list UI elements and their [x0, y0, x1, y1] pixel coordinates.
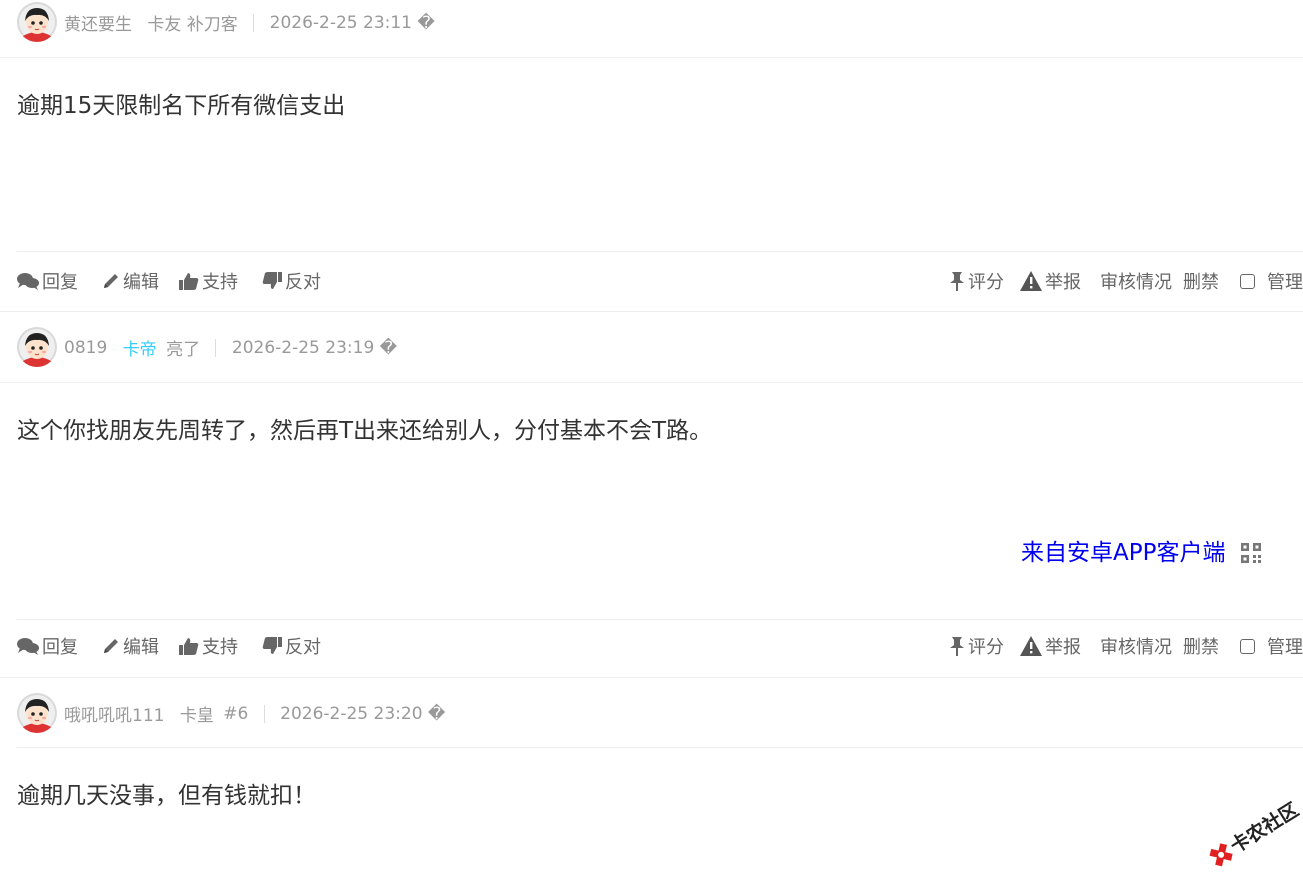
edit-button[interactable]: 编辑	[102, 268, 159, 294]
post-content: 逾期15天限制名下所有微信支出	[17, 93, 346, 119]
watermark-logo: 卡农社区	[1198, 795, 1303, 870]
floor-number[interactable]: #6	[223, 704, 248, 724]
username[interactable]: 黄还要生	[64, 10, 132, 35]
username[interactable]: 哦吼吼吼111	[64, 701, 164, 726]
divider	[263, 704, 265, 723]
ban-link[interactable]: 删禁	[1183, 633, 1219, 659]
ban-label: 删禁	[1183, 637, 1219, 658]
post-header: 0819 卡帝 亮了 2026-2-25 23:19 �	[0, 325, 1303, 367]
manage-label: 管理	[1267, 637, 1303, 658]
thumbs-up-icon	[179, 637, 199, 655]
warning-icon	[1020, 636, 1042, 656]
user-group: 卡友 补刀客	[147, 15, 238, 35]
timestamp: 2026-2-25 23:11 �	[269, 12, 435, 33]
user-group: 卡皇	[179, 706, 214, 726]
oppose-button[interactable]: 反对	[262, 633, 321, 659]
timestamp: 2026-2-25 23:20 �	[280, 703, 446, 724]
rate-label: 评分	[968, 637, 1004, 658]
post-meta: 0819 卡帝 亮了 2026-2-25 23:19 �	[64, 335, 398, 361]
pencil-icon	[102, 272, 120, 290]
rate-button[interactable]: 评分	[949, 268, 1004, 294]
post-meta: 黄还要生 卡友 补刀客 2026-2-25 23:11 �	[64, 10, 435, 36]
post-actions: 回复 编辑 支持 反对 评分 举报 审核情况 删禁 管理	[0, 633, 1303, 663]
post-header: 黄还要生 卡友 补刀客 2026-2-25 23:11 �	[0, 0, 1303, 42]
divider	[0, 57, 1303, 58]
avatar[interactable]	[17, 693, 57, 733]
qrcode-icon	[1241, 543, 1261, 563]
review-label: 审核情况	[1100, 272, 1172, 293]
post-meta: 哦吼吼吼111 卡皇 #6 2026-2-25 23:20 �	[64, 701, 446, 727]
comments-icon	[17, 637, 39, 655]
edit-label: 编辑	[123, 272, 159, 293]
support-button[interactable]: 支持	[179, 633, 238, 659]
reply-label: 回复	[42, 637, 78, 658]
reply-button[interactable]: 回复	[17, 633, 78, 659]
divider	[0, 311, 1303, 312]
divider	[17, 619, 1303, 620]
checkbox-icon	[1240, 273, 1255, 289]
review-status-link[interactable]: 审核情况	[1100, 268, 1172, 294]
ban-link[interactable]: 删禁	[1183, 268, 1219, 294]
edit-label: 编辑	[123, 637, 159, 658]
support-label: 支持	[202, 272, 238, 293]
post-content: 逾期几天没事，但有钱就扣！	[17, 783, 316, 809]
thumbs-up-icon	[179, 272, 199, 290]
username[interactable]: 0819	[64, 338, 107, 358]
review-label: 审核情况	[1100, 637, 1172, 658]
divider	[17, 747, 1303, 748]
divider	[17, 251, 1303, 252]
divider	[215, 338, 217, 357]
warning-icon	[1020, 271, 1042, 291]
review-status-link[interactable]: 审核情况	[1100, 633, 1172, 659]
reply-label: 回复	[42, 272, 78, 293]
divider	[0, 382, 1303, 383]
ban-label: 删禁	[1183, 272, 1219, 293]
user-group: 卡帝	[122, 340, 157, 360]
post-actions: 回复 编辑 支持 反对 评分 举报 审核情况 删禁 管理	[0, 268, 1303, 298]
reply-button[interactable]: 回复	[17, 268, 78, 294]
oppose-button[interactable]: 反对	[262, 268, 321, 294]
post-content: 这个你找朋友先周转了，然后再T出来还给别人，分付基本不会T路。	[17, 418, 713, 444]
pencil-icon	[102, 637, 120, 655]
support-label: 支持	[202, 637, 238, 658]
report-label: 举报	[1045, 637, 1081, 658]
manage-checkbox[interactable]: 管理	[1240, 268, 1303, 294]
thumbs-down-icon	[262, 272, 282, 290]
svg-text:卡农社区: 卡农社区	[1226, 798, 1303, 858]
checkbox-icon	[1240, 638, 1255, 654]
post-header: 哦吼吼吼111 卡皇 #6 2026-2-25 23:20 �	[0, 691, 1303, 733]
user-title: 亮了	[166, 340, 201, 360]
report-label: 举报	[1045, 272, 1081, 293]
report-button[interactable]: 举报	[1020, 268, 1081, 294]
oppose-label: 反对	[285, 637, 321, 658]
manage-label: 管理	[1267, 272, 1303, 293]
source-label: 来自安卓APP客户端	[1021, 540, 1226, 566]
oppose-label: 反对	[285, 272, 321, 293]
divider	[253, 13, 255, 32]
comments-icon	[17, 272, 39, 290]
edit-button[interactable]: 编辑	[102, 633, 159, 659]
thumbs-down-icon	[262, 637, 282, 655]
rate-button[interactable]: 评分	[949, 633, 1004, 659]
manage-checkbox[interactable]: 管理	[1240, 633, 1303, 659]
rate-label: 评分	[968, 272, 1004, 293]
pushpin-icon	[949, 636, 965, 656]
client-source-link[interactable]: 来自安卓APP客户端	[1021, 533, 1261, 567]
avatar[interactable]	[17, 2, 57, 42]
report-button[interactable]: 举报	[1020, 633, 1081, 659]
timestamp: 2026-2-25 23:19 �	[231, 337, 398, 358]
divider	[0, 677, 1303, 678]
pushpin-icon	[949, 271, 965, 291]
avatar[interactable]	[17, 327, 57, 367]
support-button[interactable]: 支持	[179, 268, 238, 294]
